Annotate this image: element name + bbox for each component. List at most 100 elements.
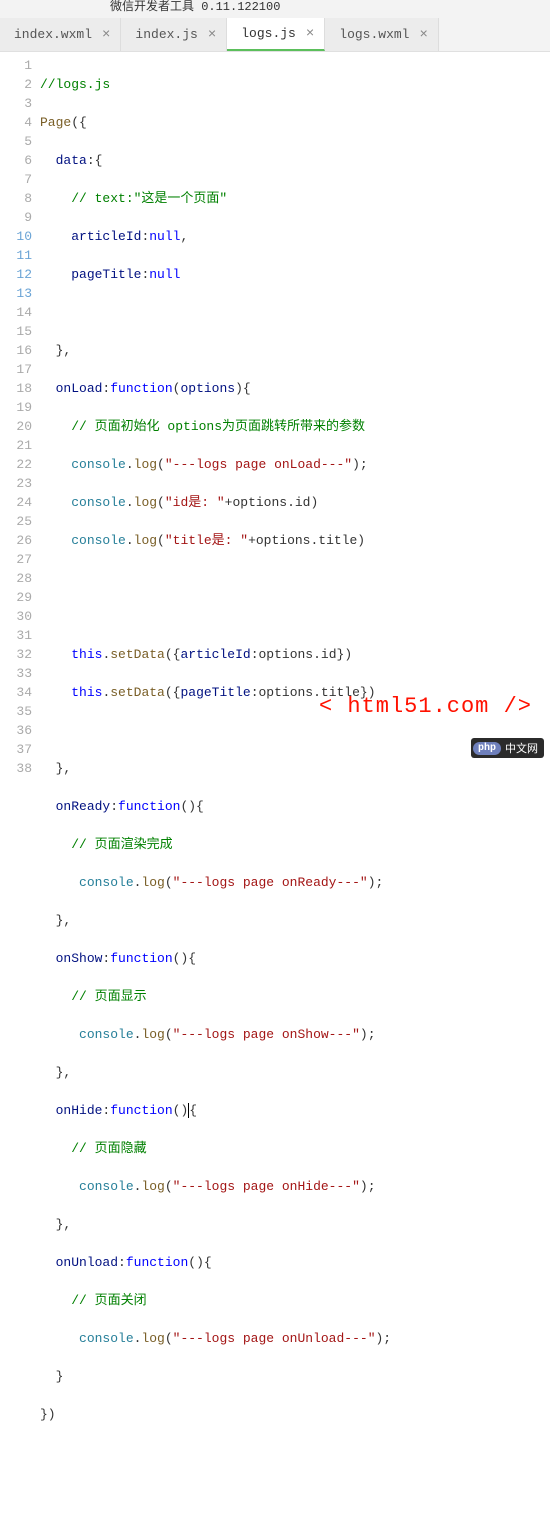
line-number: 2 [0,75,32,94]
code-text: +options.id [225,495,311,510]
code-null: null [149,229,180,244]
line-number: 34 [0,683,32,702]
line-number: 26 [0,531,32,550]
text-cursor [188,1103,189,1118]
line-number: 24 [0,493,32,512]
code-comment: // 页面隐藏 [71,1141,146,1156]
line-number: 22 [0,455,32,474]
line-number: 19 [0,398,32,417]
close-icon[interactable]: × [102,27,110,43]
code-keyword: this [71,647,102,662]
line-number: 14 [0,303,32,322]
code-string: "title是: " [165,533,248,548]
line-number: 20 [0,417,32,436]
code-keyword: function [118,799,180,814]
tab-logs-wxml[interactable]: logs.wxml × [325,18,439,51]
line-number: 18 [0,379,32,398]
window-title-bar: 微信开发者工具 0.11.122100 [0,0,550,18]
line-number: 4 [0,113,32,132]
code-prop: articleId [71,229,141,244]
code-keyword: this [71,685,102,700]
code-keyword: function [110,1103,172,1118]
code-func: setData [110,685,165,700]
line-number: 25 [0,512,32,531]
line-number: 17 [0,360,32,379]
code-comment: // 页面显示 [71,989,146,1004]
code-func: log [134,533,157,548]
code-prop: onReady [56,799,111,814]
line-number: 35 [0,702,32,721]
code-string: "---logs page onHide---" [173,1179,360,1194]
line-number: 9 [0,208,32,227]
line-number: 8 [0,189,32,208]
code-prop: pageTitle [180,685,250,700]
code-string: "---logs page onUnload---" [173,1331,376,1346]
tab-index-js[interactable]: index.js × [121,18,227,51]
code-func: log [134,457,157,472]
line-number: 31 [0,626,32,645]
tab-label: logs.js [241,26,296,41]
tab-index-wxml[interactable]: index.wxml × [0,18,121,51]
line-number: 23 [0,474,32,493]
line-number: 13 [0,284,32,303]
line-number: 15 [0,322,32,341]
code-obj: console [79,1331,134,1346]
code-func: log [141,1027,164,1042]
line-number: 27 [0,550,32,569]
code-string: "---logs page onLoad---" [165,457,352,472]
line-number: 6 [0,151,32,170]
tab-label: index.wxml [14,27,92,42]
code-area[interactable]: //logs.js Page({ data:{ // text:"这是一个页面"… [40,52,550,764]
line-number: 37 [0,740,32,759]
code-obj: console [79,1027,134,1042]
code-func: setData [110,647,165,662]
window-title: 微信开发者工具 0.11.122100 [110,0,280,14]
code-func: log [141,1331,164,1346]
code-prop: articleId [180,647,250,662]
line-number: 5 [0,132,32,151]
tab-label: index.js [135,27,197,42]
code-prop: data [56,153,87,168]
line-number: 10 [0,227,32,246]
line-number: 36 [0,721,32,740]
code-comment: //logs.js [40,77,110,92]
code-comment: // 页面关闭 [71,1293,146,1308]
line-number: 7 [0,170,32,189]
line-number: 21 [0,436,32,455]
line-number: 28 [0,569,32,588]
code-prop: onHide [56,1103,103,1118]
line-number: 3 [0,94,32,113]
code-keyword: function [110,951,172,966]
tab-logs-js[interactable]: logs.js × [227,18,325,51]
close-icon[interactable]: × [419,27,427,43]
code-prop: pageTitle [71,267,141,282]
code-editor[interactable]: 1234567891011121314151617181920212223242… [0,52,550,764]
line-number: 38 [0,759,32,778]
code-prop: onShow [56,951,103,966]
code-text: :options.title [251,685,360,700]
code-func: log [141,875,164,890]
code-func: log [141,1179,164,1194]
code-string: "---logs page onShow---" [173,1027,360,1042]
line-number: 11 [0,246,32,265]
line-number-gutter: 1234567891011121314151617181920212223242… [0,52,40,764]
code-comment: // 页面渲染完成 [71,837,172,852]
code-keyword: function [126,1255,188,1270]
code-null: null [149,267,180,282]
code-obj: console [79,1179,134,1194]
code-comment: // text:"这是一个页面" [71,191,227,206]
code-string: "---logs page onReady---" [173,875,368,890]
close-icon[interactable]: × [208,27,216,43]
code-obj: console [71,533,126,548]
code-obj: console [71,495,126,510]
code-func: log [134,495,157,510]
close-icon[interactable]: × [306,26,314,42]
line-number: 1 [0,56,32,75]
line-number: 16 [0,341,32,360]
code-prop: onUnload [56,1255,118,1270]
code-comment: // 页面初始化 options为页面跳转所带来的参数 [71,419,365,434]
code-obj: console [79,875,134,890]
code-obj: console [71,457,126,472]
line-number: 33 [0,664,32,683]
code-func: Page [40,115,71,130]
